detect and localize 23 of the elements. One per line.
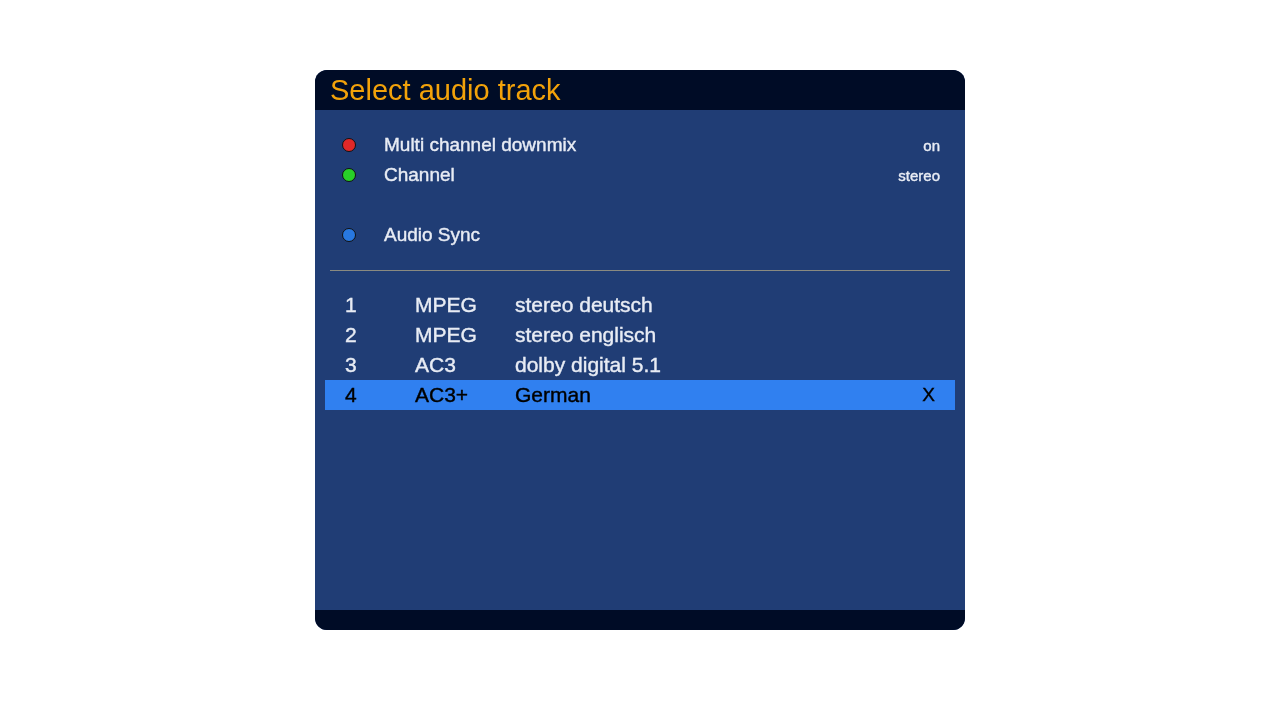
active-marker: X — [922, 384, 935, 406]
dialog-title: Select audio track — [330, 73, 561, 107]
track-codec: MPEG — [415, 293, 478, 317]
track-description: stereo englisch — [515, 323, 658, 347]
track-row[interactable]: 1 MPEG stereo deutsch — [325, 290, 955, 320]
track-number: 1 — [345, 293, 358, 317]
track-description: German — [515, 383, 592, 407]
track-description: dolby digital 5.1 — [515, 353, 662, 377]
track-row[interactable]: 3 AC3 dolby digital 5.1 — [325, 350, 955, 380]
track-number: 2 — [345, 323, 358, 347]
option-label[interactable]: Multi channel downmix — [384, 134, 924, 156]
option-label[interactable]: Channel — [384, 164, 899, 186]
option-value: stereo — [898, 166, 940, 184]
track-number: 3 — [345, 353, 358, 377]
track-row[interactable]: 4 AC3+ German X — [325, 380, 955, 410]
track-codec: AC3+ — [415, 383, 470, 407]
track-row[interactable]: 2 MPEG stereo englisch — [325, 320, 955, 350]
track-codec: MPEG — [415, 323, 478, 347]
option-value: on — [923, 136, 940, 154]
track-number: 4 — [345, 383, 358, 407]
track-codec: AC3 — [415, 353, 457, 377]
option-label[interactable]: Audio Sync — [384, 224, 940, 246]
track-description: stereo deutsch — [515, 293, 654, 317]
